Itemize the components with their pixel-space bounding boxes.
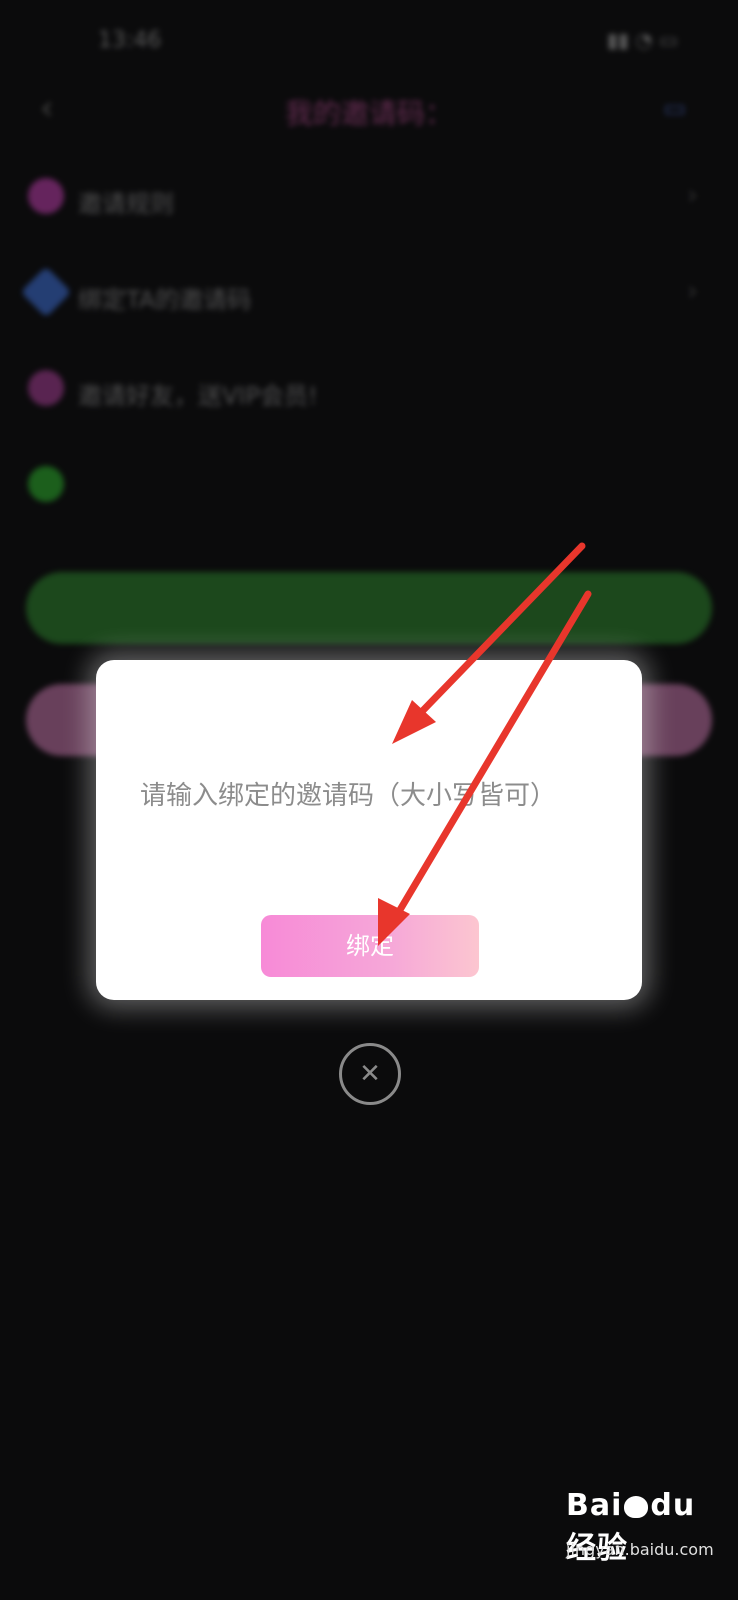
menu-item-label: 邀请规则: [78, 190, 174, 218]
diamond-icon: [28, 178, 64, 214]
menu-item-invite-friends[interactable]: 邀请好友，送VIP会员!: [28, 360, 708, 420]
pen-icon: [20, 266, 72, 318]
menu-item-label: 绑定TA的邀请码: [78, 286, 252, 314]
status-time: 13:46: [98, 28, 162, 53]
status-bar: 13:46 ▮▮ ◔ ▭: [0, 22, 738, 62]
close-dialog-button[interactable]: ✕: [339, 1043, 401, 1105]
bind-invite-dialog: 绑定: [96, 660, 642, 1000]
paw-icon: [624, 1495, 649, 1518]
bind-button[interactable]: 绑定: [261, 915, 479, 977]
chevron-right-icon: ›: [686, 274, 698, 307]
menu-item-wechat[interactable]: [28, 456, 708, 516]
menu-item-bind-code[interactable]: 绑定TA的邀请码 ›: [20, 264, 708, 324]
status-indicators: ▮▮ ◔ ▭: [606, 28, 678, 52]
wechat-icon: [28, 466, 64, 502]
gift-icon: [28, 370, 64, 406]
close-icon: ✕: [359, 1059, 381, 1089]
watermark-url: jingyan.baidu.com: [566, 1540, 714, 1559]
baidu-jingyan-watermark: Bai du经验 jingyan.baidu.com: [566, 1488, 726, 1588]
page-title: 我的邀请码：: [284, 97, 453, 130]
header-action-button[interactable]: ▭: [663, 94, 686, 122]
menu-item-invite-rules[interactable]: 邀请规则 ›: [28, 168, 708, 228]
share-button[interactable]: [26, 572, 712, 644]
invite-code-input[interactable]: [138, 765, 612, 827]
chevron-right-icon: ›: [686, 178, 698, 211]
menu-item-label: 邀请好友，送VIP会员!: [78, 382, 318, 410]
